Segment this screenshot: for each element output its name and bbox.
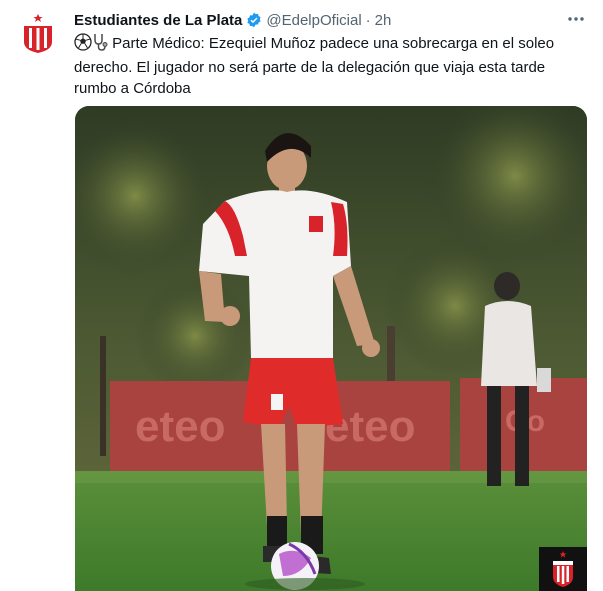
author-handle[interactable]: @EdelpOficial	[266, 12, 361, 29]
tweet-timestamp[interactable]: 2h	[375, 12, 392, 29]
tweet-text-line-1: Parte Médico: Ezequiel Muñoz padece una …	[74, 33, 586, 57]
club-crest-icon	[24, 14, 52, 53]
author-avatar[interactable]	[22, 14, 54, 54]
player-training-photo: eteo eteo Co	[75, 106, 587, 591]
tweet-text: Parte Médico: Ezequiel Muñoz padece una …	[74, 33, 586, 99]
tweet-text-content-1: Parte Médico: Ezequiel Muñoz padece una …	[112, 35, 555, 52]
club-crest-icon	[553, 551, 573, 587]
separator-dot: ·	[365, 11, 371, 29]
more-options-icon[interactable]	[567, 10, 585, 28]
verified-badge-icon	[246, 12, 262, 28]
tweet-media-photo[interactable]: eteo eteo Co	[75, 106, 587, 591]
tweet-text-line-3: rumbo a Córdoba	[74, 80, 191, 97]
soccer-ball-icon	[74, 33, 92, 57]
author-name[interactable]: Estudiantes de La Plata	[74, 12, 242, 29]
svg-text:eteo: eteo	[135, 402, 225, 451]
tweet-header: Estudiantes de La Plata @EdelpOficial · …	[74, 9, 583, 31]
club-logo-watermark	[539, 547, 587, 591]
tweet-text-line-2: derecho. El jugador no será parte de la …	[74, 59, 546, 76]
stethoscope-icon	[92, 33, 108, 57]
